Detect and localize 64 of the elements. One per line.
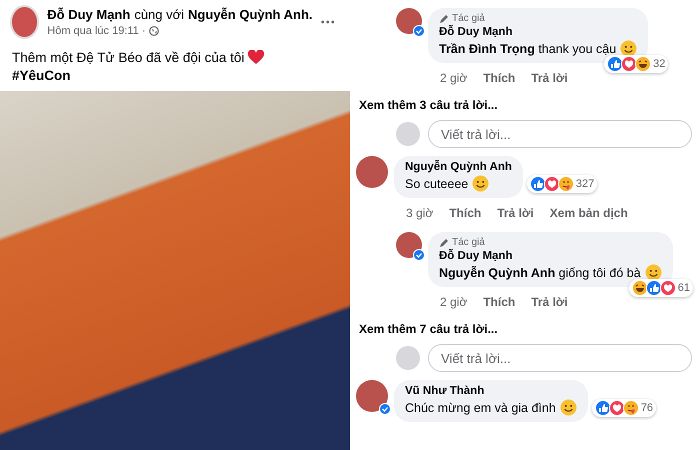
commenter-name[interactable]: Nguyễn Quỳnh Anh [405,161,512,173]
reply-field[interactable]: Viết trả lời... [428,120,692,148]
avatar[interactable] [10,5,40,39]
reaction-count: 76 [640,402,654,414]
comment-action-link[interactable]: Trả lời [531,71,568,85]
haha-reaction-icon [635,56,652,72]
comment-text: Trần Đình Trọng thank you cậu [439,42,616,56]
comment-time: 3 giờ [406,206,434,220]
avatar[interactable] [356,156,388,188]
reaction-summary[interactable]: 61 [628,279,693,297]
avatar[interactable] [356,380,388,412]
post-time[interactable]: Hôm qua lúc 19:11 · [47,25,146,37]
tagged-name[interactable]: Nguyễn Quỳnh Anh. [188,7,313,22]
reaction-count: 327 [576,178,594,190]
post-caption: Thêm một Đệ Tử Béo đã về đội của tôi [12,50,244,65]
more-replies-link[interactable]: Xem thêm 3 câu trả lời... [356,85,692,120]
comment-text: Chúc mừng em và gia đình [405,400,556,414]
commenter-name[interactable]: Vũ Như Thành [405,385,577,397]
reply-field[interactable]: Viết trả lời... [428,344,692,372]
emoji-icon [472,175,490,192]
more-replies-link[interactable]: Xem thêm 7 câu trả lời... [356,309,692,344]
author-name[interactable]: Đỗ Duy Mạnh [47,7,130,22]
avatar[interactable] [396,232,422,258]
haha-reaction-icon [632,280,648,296]
with-text: cùng với [134,7,184,22]
love-reaction-icon [621,56,638,72]
comment-text: So cuteeee [405,176,468,190]
like-reaction-icon [594,400,611,416]
like-reaction-icon [607,56,624,72]
pencil-icon [439,14,449,24]
love-reaction-icon [660,280,676,296]
comment-action-link[interactable]: Trả lời [531,295,568,309]
comment-time: 2 giờ [440,295,468,309]
comment-action-link[interactable]: Thích [449,206,482,220]
care-reaction-icon [558,176,574,192]
photo-placeholder[interactable] [0,91,350,450]
like-reaction-icon [530,176,546,192]
comment-action-link[interactable]: Thích [483,71,516,85]
care-reaction-icon [622,400,639,416]
reaction-count: 61 [678,282,690,294]
author-label: Tác giả [452,13,485,24]
author-label: Tác giả [452,237,485,248]
globe-icon [148,26,159,36]
heart-icon [248,50,264,65]
hashtag-link[interactable]: #YêuCon [12,68,338,83]
avatar[interactable] [396,8,422,34]
like-reaction-icon [646,280,662,296]
comment-action-link[interactable]: Xem bản dịch [550,206,628,220]
comment-text: Nguyễn Quỳnh Anh giống tôi đó bà [439,266,641,280]
emoji-icon [644,264,662,281]
comment-action-link[interactable]: Trả lời [497,206,534,220]
pencil-icon [439,238,449,248]
reaction-summary[interactable]: 327 [526,175,598,193]
reaction-count: 32 [653,58,666,70]
reaction-summary[interactable]: 76 [592,399,656,417]
emoji-icon [560,399,577,416]
commenter-name[interactable]: Đỗ Duy Mạnh [439,26,638,38]
comment-time: 2 giờ [440,71,468,85]
reaction-summary[interactable]: 32 [604,55,668,73]
commenter-name[interactable]: Đỗ Duy Mạnh [439,250,662,262]
love-reaction-icon [608,400,625,416]
comment-action-link[interactable]: Thích [483,295,516,309]
love-reaction-icon [544,176,560,192]
emoji-icon [620,40,638,57]
